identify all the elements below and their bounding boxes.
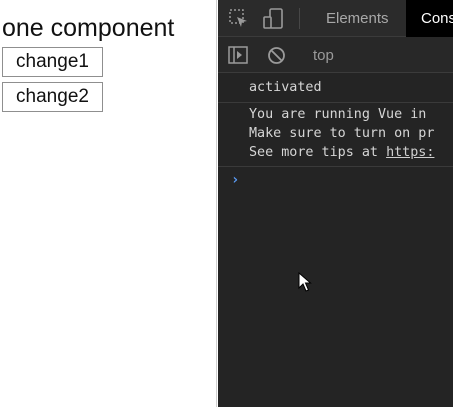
device-toggle-icon[interactable]: [262, 8, 286, 35]
console-message-vue-line1: You are running Vue in: [249, 107, 427, 122]
console-separator: [218, 102, 453, 103]
tab-console[interactable]: Cons: [406, 0, 453, 37]
devtools-toolbar: Elements Cons: [218, 0, 453, 37]
toolbar-divider: [299, 8, 300, 29]
console-link[interactable]: https:: [386, 145, 434, 160]
clear-console-icon[interactable]: [267, 46, 286, 70]
console-toolbar: [218, 37, 453, 73]
console-text: See more tips at: [249, 145, 387, 160]
context-selector[interactable]: top: [313, 37, 334, 73]
change1-button[interactable]: change1: [2, 47, 103, 77]
console-message-activated: activated: [249, 80, 322, 95]
page-title: one component: [2, 14, 175, 42]
tab-elements[interactable]: Elements: [326, 0, 389, 37]
prompt-chevron-icon[interactable]: ›: [231, 172, 239, 188]
console-message-vue-line2: Make sure to turn on pr: [249, 126, 435, 141]
change2-button[interactable]: change2: [2, 82, 103, 112]
mouse-cursor-icon: [298, 271, 312, 297]
console-message-vue-line3: See more tips at https:: [249, 145, 434, 160]
console-separator: [218, 166, 453, 167]
app-pane: one component change1 change2: [0, 0, 217, 407]
inspect-element-icon[interactable]: [229, 9, 249, 34]
sidebar-toggle-icon[interactable]: [228, 46, 248, 69]
devtools-panel: Elements Cons top activated You are runn…: [218, 0, 453, 407]
